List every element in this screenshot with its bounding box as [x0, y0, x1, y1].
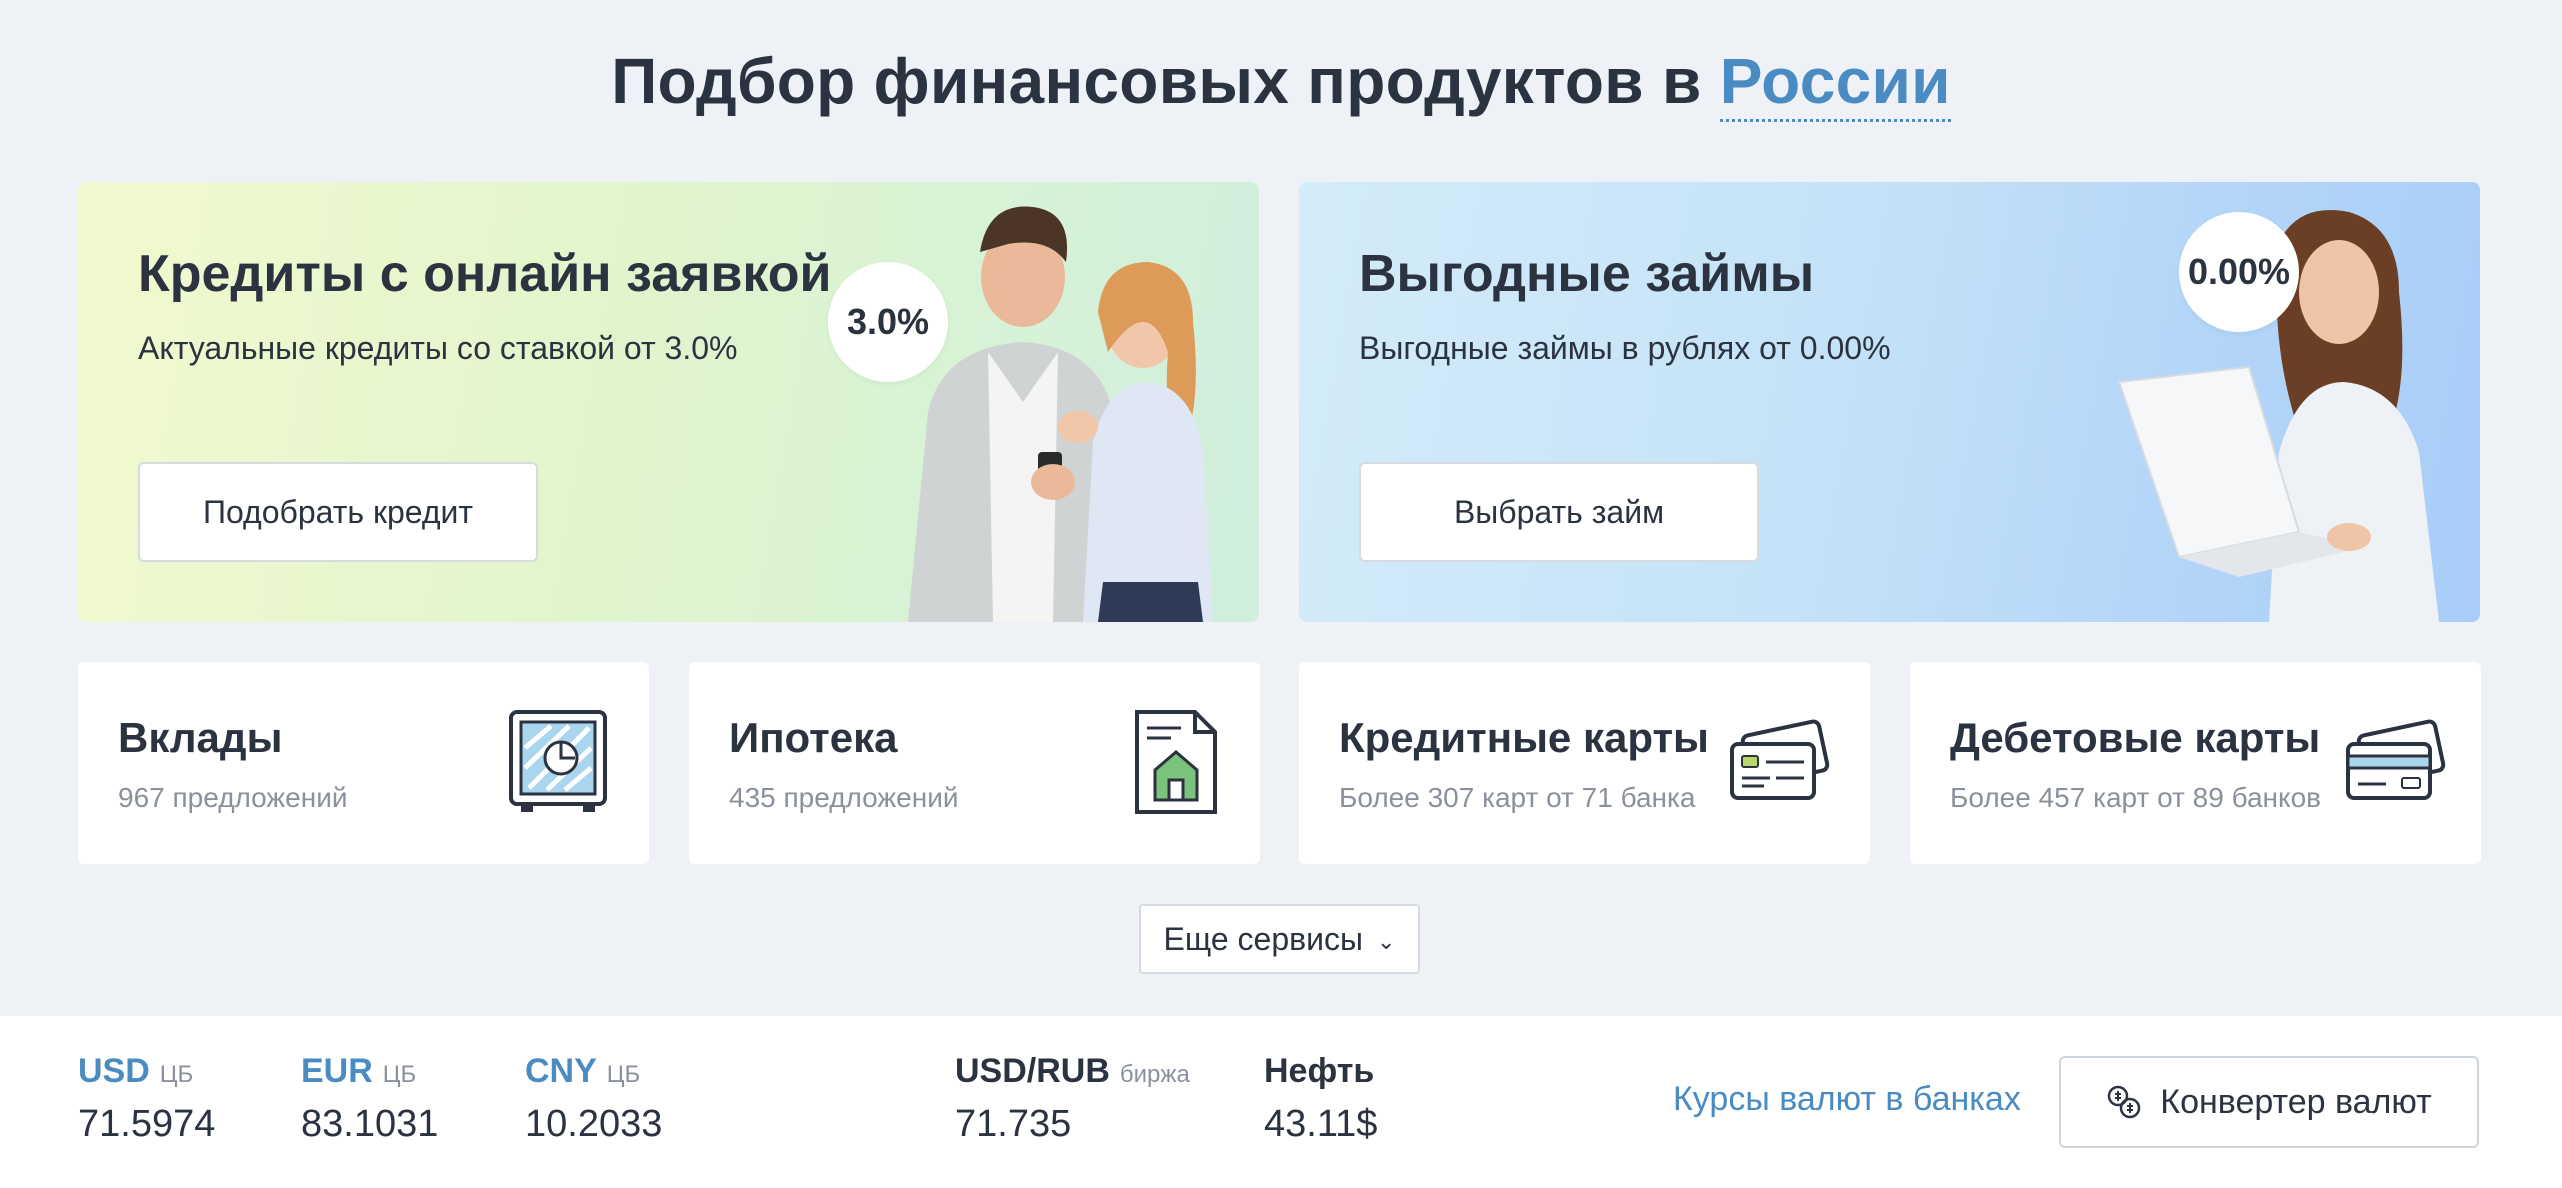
rate-value: 43.11$	[1264, 1103, 1378, 1145]
safe-icon	[509, 710, 607, 812]
card-subtitle: Более 457 карт от 89 банков	[1950, 782, 2322, 813]
card-title: Вклады	[118, 714, 283, 761]
rate-code: CNY	[525, 1052, 597, 1090]
rate-code: USD	[78, 1052, 150, 1090]
card-debit-cards[interactable]: Дебетовые карты Более 457 карт от 89 бан…	[1910, 662, 2481, 864]
card-subtitle: Более 307 карт от 71 банка	[1339, 782, 1696, 813]
loan-banner-subtitle: Выгодные займы в рублях от 0.00%	[1359, 330, 1891, 366]
mortgage-house-document-icon	[1135, 710, 1217, 814]
credit-banner-title: Кредиты с онлайн заявкой	[138, 245, 832, 303]
loan-banner-title: Выгодные займы	[1359, 245, 1815, 303]
card-title: Ипотека	[729, 714, 898, 761]
card-mortgage[interactable]: Ипотека 435 предложений	[689, 662, 1260, 864]
rate-value: 71.735	[955, 1103, 1072, 1145]
credit-rate-badge: 3.0%	[828, 262, 948, 382]
couple-photo	[908, 206, 1213, 622]
debit-cards-icon	[2346, 719, 2446, 800]
rate-code: EUR	[301, 1052, 373, 1090]
rate-value: 10.2033	[525, 1103, 663, 1145]
rate-source: ЦБ	[606, 1061, 641, 1088]
card-credit-cards[interactable]: Кредитные карты Более 307 карт от 71 бан…	[1299, 662, 1870, 864]
rate-code: Нефть	[1264, 1052, 1375, 1090]
rate-eur: EUR ЦБ 83.1031	[301, 1052, 438, 1146]
currency-rates-bar: USD ЦБ 71.5974 EUR ЦБ 83.1031 CNY ЦБ 10.203…	[0, 1016, 2562, 1188]
page-title: Подбор финансовых продуктов в России	[0, 44, 2562, 122]
loan-banner: Выгодные займы Выгодные займы в рублях о…	[1299, 182, 2480, 622]
card-title: Кредитные карты	[1339, 714, 1709, 761]
chevron-down-icon: ⌄	[1377, 929, 1396, 954]
rate-source: биржа	[1119, 1061, 1190, 1088]
more-services-button[interactable]: Еще сервисы ⌄	[1139, 904, 1420, 974]
rate-usd: USD ЦБ 71.5974	[78, 1052, 215, 1146]
rate-oil: Нефть 43.11$	[1264, 1052, 1377, 1146]
choose-loan-button[interactable]: Выбрать займ	[1359, 462, 1759, 562]
card-subtitle: 435 предложений	[729, 782, 959, 813]
rate-cny: CNY ЦБ 10.2033	[525, 1052, 662, 1146]
region-selector-link[interactable]: России	[1719, 45, 1951, 122]
currency-exchange-icon	[2108, 1085, 2141, 1119]
rate-code: USD/RUB	[955, 1052, 1110, 1090]
card-deposits[interactable]: Вклады 967 предложений	[78, 662, 649, 864]
card-subtitle: 967 предложений	[118, 782, 348, 813]
credit-cards-icon	[1730, 719, 1830, 800]
loan-rate-badge: 0.00%	[2179, 212, 2299, 332]
card-title: Дебетовые карты	[1950, 714, 2321, 761]
page-title-text: Подбор финансовых продуктов в	[611, 45, 1702, 117]
rate-source: ЦБ	[382, 1061, 417, 1088]
currency-converter-label: Конвертер валют	[2160, 1082, 2432, 1121]
rate-source: ЦБ	[159, 1061, 194, 1088]
rate-usd-rub-exchange: USD/RUB биржа 71.735	[955, 1052, 1190, 1146]
more-services-label: Еще сервисы	[1163, 920, 1364, 957]
choose-credit-button[interactable]: Подобрать кредит	[138, 462, 538, 562]
rate-value: 83.1031	[301, 1103, 439, 1145]
credit-banner-subtitle: Актуальные кредиты со ставкой от 3.0%	[138, 330, 738, 366]
bank-rates-link[interactable]: Курсы валют в банках	[1673, 1080, 2021, 1119]
currency-converter-button[interactable]: Конвертер валют	[2059, 1056, 2479, 1148]
rate-value: 71.5974	[78, 1103, 216, 1145]
credit-banner: Кредиты с онлайн заявкой Актуальные кред…	[78, 182, 1259, 622]
